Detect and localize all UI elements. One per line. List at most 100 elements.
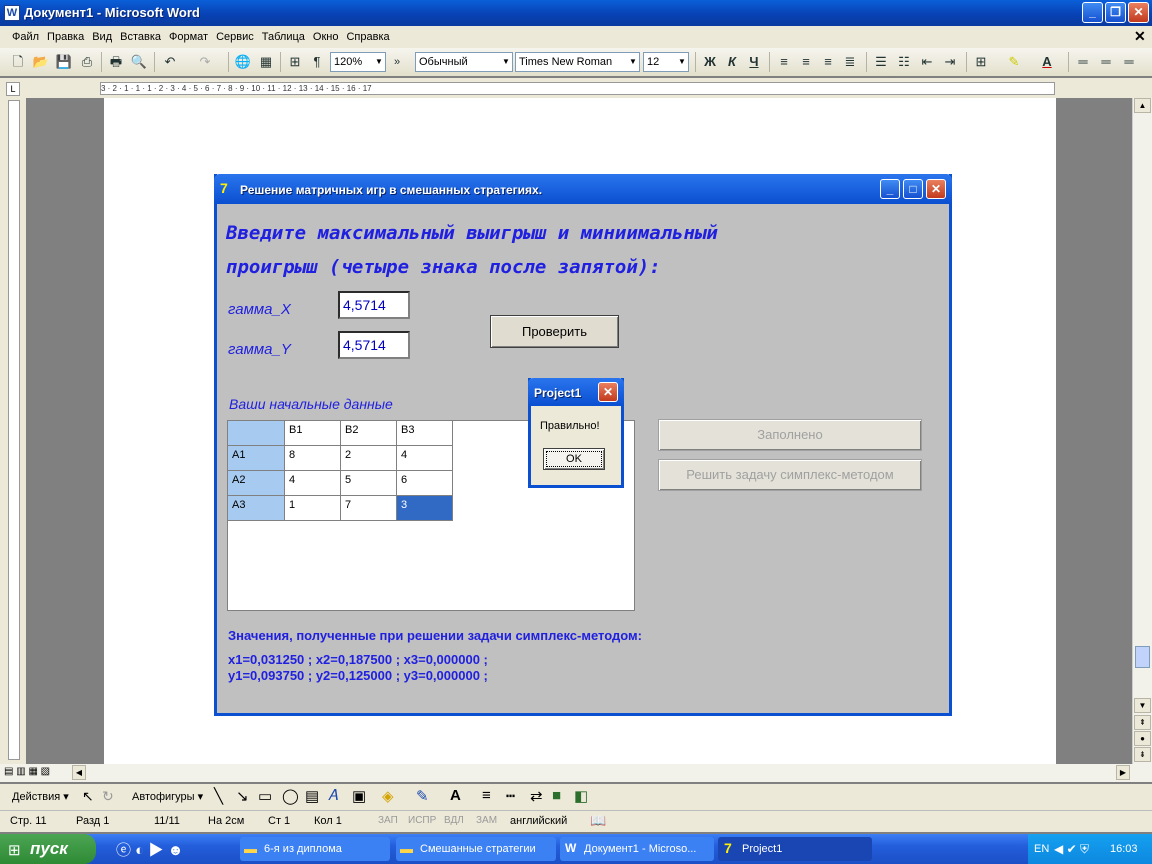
print-preview-icon[interactable]: 🔍 <box>129 52 149 72</box>
highlight-icon[interactable]: ✎ <box>1004 52 1024 72</box>
menu-insert[interactable]: Вставка <box>116 26 165 48</box>
select-objects-icon[interactable]: ↖ <box>82 788 94 805</box>
tray-icons[interactable]: ◀ ✔ ⛨ <box>1054 834 1089 864</box>
vertical-scrollbar[interactable]: ▲ ▼ ⇞ ● ⇟ <box>1132 98 1152 764</box>
grid-row-header[interactable]: A3 <box>228 496 285 521</box>
scroll-thumb[interactable] <box>1135 646 1150 668</box>
status-trk[interactable]: ИСПР <box>408 815 436 826</box>
arrow-style-icon[interactable]: ⇄ <box>530 787 543 805</box>
draw-actions-menu[interactable]: Действия ▾ <box>12 790 69 803</box>
menu-table[interactable]: Таблица <box>258 26 309 48</box>
zoom-combo[interactable]: 120% ▼ <box>330 52 386 72</box>
word-app-icon[interactable]: W <box>4 5 20 21</box>
increase-indent-icon[interactable]: ⇥ <box>940 52 960 72</box>
fill-color-icon[interactable]: ◈ <box>382 787 394 805</box>
bullets-icon[interactable]: ☷ <box>894 52 914 72</box>
line-weight-icon[interactable]: ═ <box>1096 52 1116 72</box>
grid-cell[interactable]: 7 <box>341 496 397 521</box>
grid-cell[interactable]: 1 <box>285 496 341 521</box>
shadow-icon[interactable]: ■ <box>552 787 561 804</box>
grid-cell[interactable]: 4 <box>397 446 453 471</box>
status-ext[interactable]: ВДЛ <box>444 815 464 826</box>
grid-cell[interactable]: 6 <box>397 471 453 496</box>
print-icon[interactable]: 🖶 <box>106 52 126 72</box>
underline-button[interactable]: Ч <box>744 52 764 72</box>
line-dash-icon[interactable]: ═ <box>1119 52 1139 72</box>
status-ovr[interactable]: ЗАМ <box>476 815 497 826</box>
app-minimize-button[interactable]: _ <box>880 179 900 199</box>
task-folder-diploma[interactable]: 6-я из диплома <box>240 837 390 861</box>
grid-cell[interactable]: 5 <box>341 471 397 496</box>
status-rec[interactable]: ЗАП <box>378 815 398 826</box>
align-right-icon[interactable]: ≡ <box>818 52 838 72</box>
line-color-icon[interactable]: ✎ <box>416 787 429 805</box>
minimize-button[interactable]: _ <box>1082 2 1103 23</box>
grid-cell[interactable]: 2 <box>341 446 397 471</box>
justify-icon[interactable]: ≣ <box>840 52 860 72</box>
numbering-icon[interactable]: ☰ <box>871 52 891 72</box>
line-style-icon[interactable]: ═ <box>1073 52 1093 72</box>
prev-page-icon[interactable]: ⇞ <box>1134 715 1151 730</box>
grid-cell[interactable]: 4 <box>285 471 341 496</box>
grid-cell[interactable]: 8 <box>285 446 341 471</box>
grid-col-header[interactable]: B1 <box>285 421 341 446</box>
language-indicator[interactable]: EN <box>1034 834 1049 864</box>
decrease-indent-icon[interactable]: ⇤ <box>917 52 937 72</box>
rotate-icon[interactable]: ↻ <box>102 788 114 805</box>
open-icon[interactable]: 📂 <box>31 52 51 72</box>
draw-font-color-icon[interactable]: A <box>450 787 461 804</box>
filled-button[interactable]: Заполнено <box>658 419 922 451</box>
redo-icon[interactable]: ↷ <box>195 52 215 72</box>
font-size-combo[interactable]: 12 ▼ <box>643 52 689 72</box>
align-center-icon[interactable]: ≡ <box>796 52 816 72</box>
doc-close-icon[interactable]: ✕ <box>1134 28 1146 45</box>
autoshapes-menu[interactable]: Автофигуры ▾ <box>132 790 203 803</box>
scroll-right-icon[interactable]: ▶ <box>1116 765 1130 780</box>
doc-map-icon[interactable]: ⊞ <box>285 52 305 72</box>
quicklaunch-icons[interactable]: ⓔ ◐ ▶ ☻ <box>116 839 183 860</box>
new-doc-icon[interactable]: 🗋 <box>8 52 28 72</box>
undo-icon[interactable]: ↶ <box>160 52 180 72</box>
scroll-up-icon[interactable]: ▲ <box>1134 98 1151 113</box>
browse-object-icon[interactable]: ● <box>1134 731 1151 746</box>
rectangle-icon[interactable]: ▭ <box>258 787 272 805</box>
grid-row-header[interactable]: A2 <box>228 471 285 496</box>
permission-icon[interactable]: ⎙ <box>77 52 97 72</box>
message-box-close-button[interactable]: ✕ <box>598 382 618 402</box>
app-maximize-button[interactable]: □ <box>903 179 923 199</box>
line-icon[interactable]: ╲ <box>214 787 223 805</box>
gamma-x-input[interactable]: 4,5714 <box>338 291 410 319</box>
ok-button[interactable]: OK <box>543 448 605 470</box>
app-close-button[interactable]: ✕ <box>926 179 946 199</box>
task-project1[interactable]: Project1 <box>718 837 872 861</box>
task-word[interactable]: Документ1 - Microso... <box>560 837 714 861</box>
more-buttons-icon[interactable]: » <box>391 52 403 72</box>
gamma-y-input[interactable]: 4,5714 <box>338 331 410 359</box>
hyperlink-icon[interactable]: 🌐 <box>233 52 253 72</box>
dash-style-icon[interactable]: ┅ <box>506 787 515 805</box>
bold-button[interactable]: Ж <box>700 52 720 72</box>
arrow-icon[interactable]: ↘ <box>236 787 249 805</box>
3d-icon[interactable]: ◧ <box>574 787 588 805</box>
tab-selector-icon[interactable]: L <box>6 82 20 96</box>
style-combo[interactable]: Обычный ▼ <box>415 52 513 72</box>
save-icon[interactable]: 💾 <box>54 52 74 72</box>
menu-help[interactable]: Справка <box>342 26 393 48</box>
clipart-icon[interactable]: ▣ <box>352 787 366 805</box>
font-combo[interactable]: Times New Roman ▼ <box>515 52 640 72</box>
close-button[interactable]: ✕ <box>1128 2 1149 23</box>
scroll-left-icon[interactable]: ◀ <box>72 765 86 780</box>
borders-icon[interactable]: ⊞ <box>971 52 991 72</box>
spelling-status-icon[interactable]: 📖 <box>590 813 606 829</box>
oval-icon[interactable]: ◯ <box>282 787 299 805</box>
menu-edit[interactable]: Правка <box>43 26 88 48</box>
next-page-icon[interactable]: ⇟ <box>1134 747 1151 762</box>
grid-col-header[interactable]: B3 <box>397 421 453 446</box>
line-style-draw-icon[interactable]: ≡ <box>482 787 491 804</box>
menu-tools[interactable]: Сервис <box>212 26 258 48</box>
grid-cell-selected[interactable]: 3 <box>397 496 453 521</box>
menu-window[interactable]: Окно <box>309 26 343 48</box>
align-left-icon[interactable]: ≡ <box>774 52 794 72</box>
menu-format[interactable]: Формат <box>165 26 212 48</box>
view-mode-icons[interactable]: ▤ ▥ ▦ ▧ <box>4 766 50 777</box>
